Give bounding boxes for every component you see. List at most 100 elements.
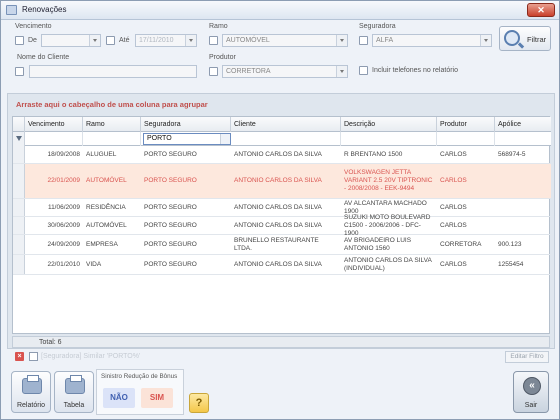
row-selector[interactable] xyxy=(13,255,25,274)
sinistro-panel: Sinistro Redução de Bônus NÃO SIM xyxy=(96,369,184,415)
sair-button[interactable]: « Sair xyxy=(513,371,549,413)
magnifier-icon xyxy=(504,30,520,46)
tabela-button[interactable]: Tabela xyxy=(54,371,94,413)
ramo-select[interactable]: AUTOMÓVEL xyxy=(222,34,348,47)
cell-cli: ANTONIO CARLOS DA SILVA xyxy=(234,203,322,211)
active-filter-bar: × [Seguradora] Similar 'PORTO%' Editar F… xyxy=(7,350,555,364)
nome-cliente-checkbox[interactable] xyxy=(15,67,24,76)
produtor-checkbox[interactable] xyxy=(209,67,218,76)
col-vencimento[interactable]: Vencimento xyxy=(25,117,83,132)
ramo-checkbox[interactable] xyxy=(209,36,218,45)
cell-desc: R BRENTANO 1500 xyxy=(344,150,403,158)
row-selector[interactable] xyxy=(13,164,25,198)
cell-desc: SUZUKI MOTO BOULEVARD C1500 - 2006/2006 … xyxy=(344,213,431,237)
ate-label: Até xyxy=(119,37,130,44)
cell-cli: ANTONIO CARLOS DA SILVA xyxy=(234,177,322,184)
filter-enable-checkbox[interactable] xyxy=(29,352,38,361)
de-checkbox[interactable] xyxy=(15,36,24,45)
close-button[interactable]: ✕ xyxy=(527,3,555,17)
cell-prod: CARLOS xyxy=(440,260,467,268)
cell-cli: ANTONIO CARLOS DA SILVA xyxy=(234,260,322,268)
cell-prod: CORRETORA xyxy=(440,240,482,248)
cell-apol: 1255454 xyxy=(498,260,524,268)
col-ramo[interactable]: Ramo xyxy=(83,117,141,132)
cell-venc: 22/01/2010 xyxy=(47,260,80,268)
total-row: Total: 6 xyxy=(12,336,550,348)
table-row[interactable]: 18/09/2008 ALUGUEL PORTO SEGURO ANTONIO CAR… xyxy=(13,146,551,164)
cell-desc: ANTONIO CARLOS DA SILVA (INDIVIDUAL) xyxy=(344,256,432,272)
table-row[interactable]: 24/09/2009 EMPRESA PORTO SEGURO BRUNELLO RE… xyxy=(13,235,551,255)
sim-button[interactable]: SIM xyxy=(141,388,173,408)
clear-filter-icon[interactable]: × xyxy=(15,352,24,361)
col-apolice[interactable]: Apólice xyxy=(495,117,551,132)
col-descricao[interactable]: Descrição xyxy=(341,117,437,132)
filter-cell-vencimento[interactable] xyxy=(25,132,83,146)
col-produtor[interactable]: Produtor xyxy=(437,117,495,132)
ate-date-input[interactable]: 17/11/2010 xyxy=(135,34,197,47)
cell-apol: 900.123 xyxy=(498,240,522,248)
seguradora-select[interactable]: ALFA xyxy=(372,34,492,47)
cell-ramo: ALUGUEL xyxy=(86,150,117,158)
de-date-input[interactable] xyxy=(41,34,101,47)
table-row[interactable]: 30/06/2009 AUTOMÓVEL PORTO SEGURO ANTONIO C… xyxy=(13,213,551,237)
cell-seg: PORTO SEGURO xyxy=(144,221,197,229)
filtrar-button[interactable]: Filtrar xyxy=(499,26,551,51)
cell-ramo: RESIDÊNCIA xyxy=(86,203,126,211)
nome-cliente-input[interactable] xyxy=(29,65,197,78)
table-row[interactable]: 11/06/2009 RESIDÊNCIA PORTO SEGURO ANTONIO … xyxy=(13,199,551,217)
cell-prod: CARLOS xyxy=(440,177,467,184)
funnel-icon xyxy=(16,136,22,141)
seguradora-value: ALFA xyxy=(376,37,394,44)
row-selector[interactable] xyxy=(13,235,25,254)
table-row[interactable]: 22/01/2010 VIDA PORTO SEGURO ANTONIO CARLOS… xyxy=(13,255,551,275)
row-selector[interactable] xyxy=(13,217,25,234)
group-by-hint[interactable]: Arraste aqui o cabeçalho de uma coluna p… xyxy=(16,100,208,109)
printer-icon xyxy=(65,375,85,394)
total-count: Total: 6 xyxy=(39,339,62,346)
col-cliente[interactable]: Cliente xyxy=(231,117,341,132)
filtrar-label: Filtrar xyxy=(527,35,547,44)
filter-row-indicator xyxy=(13,132,25,146)
relatorio-button[interactable]: Relatório xyxy=(11,371,51,413)
sinistro-caption: Sinistro Redução de Bônus xyxy=(101,373,178,380)
cell-venc: 18/09/2008 xyxy=(47,150,80,158)
de-label: De xyxy=(28,37,37,44)
cell-venc: 22/01/2009 xyxy=(47,177,80,184)
edit-filter-button[interactable]: Editar Filtro xyxy=(505,351,549,363)
ate-date-value: 17/11/2010 xyxy=(139,37,174,44)
cell-apol xyxy=(495,164,551,198)
row-selector[interactable] xyxy=(13,199,25,216)
produtor-select[interactable]: CORRETORA xyxy=(222,65,348,78)
help-button[interactable]: ? xyxy=(189,393,209,413)
seguradora-checkbox[interactable] xyxy=(359,36,368,45)
filter-spin[interactable] xyxy=(220,134,230,144)
nao-button[interactable]: NÃO xyxy=(103,388,135,408)
filter-cell-apolice[interactable] xyxy=(495,132,551,146)
col-seguradora[interactable]: Seguradora xyxy=(141,117,231,132)
cell-prod: CARLOS xyxy=(440,221,467,229)
cell-cli: BRUNELLO RESTAURANTE LTDA. xyxy=(234,236,319,252)
filter-cell-ramo[interactable] xyxy=(83,132,141,146)
row-selector[interactable] xyxy=(13,146,25,163)
header-corner xyxy=(13,117,25,132)
cell-venc: 24/09/2009 xyxy=(47,240,80,248)
filter-cell-cliente[interactable] xyxy=(231,132,341,146)
cell-ramo: EMPRESA xyxy=(86,240,118,248)
renovacoes-window: Renovações ✕ Vencimento De Até 17/11/201… xyxy=(0,0,560,420)
relatorio-label: Relatório xyxy=(16,402,45,409)
filter-cell-produtor[interactable] xyxy=(437,132,495,146)
cell-ramo: VIDA xyxy=(86,260,102,268)
ate-checkbox[interactable] xyxy=(106,36,115,45)
incluir-telefones-checkbox[interactable] xyxy=(359,66,368,75)
cell-venc: 11/06/2009 xyxy=(47,203,80,211)
filter-seguradora-value: PORTO xyxy=(147,135,172,142)
back-icon: « xyxy=(523,377,541,395)
filter-cell-seguradora[interactable]: PORTO xyxy=(143,133,231,145)
ramo-value: AUTOMÓVEL xyxy=(226,37,270,44)
nome-cliente-label: Nome do Cliente xyxy=(17,54,70,61)
sair-label: Sair xyxy=(524,402,538,409)
filter-cell-descricao[interactable] xyxy=(341,132,437,146)
incluir-telefones-label: Incluir telefones no relatório xyxy=(372,67,458,74)
cell-venc: 30/06/2009 xyxy=(47,221,80,229)
table-row[interactable]: 22/01/2009 AUTOMÓVEL PORTO SEGURO ANTONIO C… xyxy=(13,164,551,199)
